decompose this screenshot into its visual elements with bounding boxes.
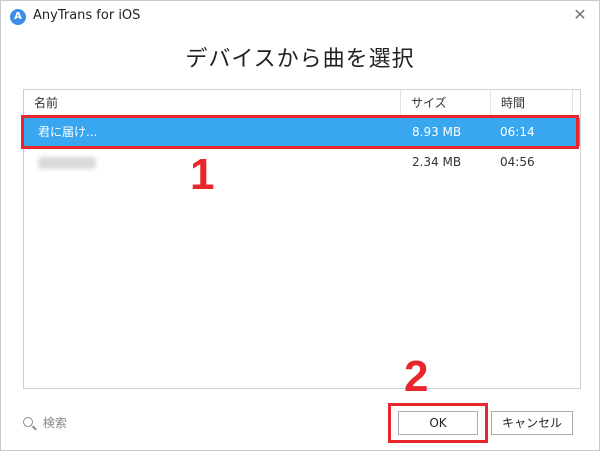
title-bar: A AnyTrans for iOS ✕ bbox=[1, 1, 599, 31]
song-duration: 04:56 bbox=[500, 155, 535, 169]
ok-button[interactable]: OK bbox=[398, 411, 478, 435]
column-header-size[interactable]: サイズ bbox=[400, 90, 490, 116]
song-name: 君に届け... bbox=[38, 125, 98, 139]
song-size: 2.34 MB bbox=[412, 155, 462, 169]
dialog-window: A AnyTrans for iOS ✕ デバイスから曲を選択 名前 サイズ 時… bbox=[0, 0, 600, 451]
song-table: 名前 サイズ 時間 君に届け... 8.93 MB 06:14 2.34 MB … bbox=[23, 89, 581, 389]
cancel-button[interactable]: キャンセル bbox=[491, 411, 573, 435]
dialog-heading: デバイスから曲を選択 bbox=[185, 47, 415, 72]
table-row[interactable]: 2.34 MB 04:56 bbox=[24, 148, 580, 176]
column-header-time[interactable]: 時間 bbox=[490, 90, 572, 116]
app-title: AnyTrans for iOS bbox=[33, 8, 141, 23]
search-field[interactable]: 検索 bbox=[23, 414, 67, 432]
column-header-name[interactable]: 名前 bbox=[24, 90, 400, 116]
search-icon bbox=[23, 417, 33, 427]
annotation-step-1: 1 bbox=[190, 150, 215, 199]
blurred-text bbox=[38, 156, 96, 169]
anytrans-logo-icon: A bbox=[10, 9, 26, 25]
table-header: 名前 サイズ 時間 bbox=[24, 90, 580, 116]
table-row[interactable]: 君に届け... 8.93 MB 06:14 bbox=[24, 118, 580, 146]
song-duration: 06:14 bbox=[500, 125, 535, 139]
close-icon[interactable]: ✕ bbox=[571, 6, 589, 24]
song-size: 8.93 MB bbox=[412, 125, 462, 139]
column-header-spacer bbox=[572, 90, 580, 116]
annotation-step-2: 2 bbox=[404, 352, 429, 401]
search-label: 検索 bbox=[42, 416, 67, 430]
